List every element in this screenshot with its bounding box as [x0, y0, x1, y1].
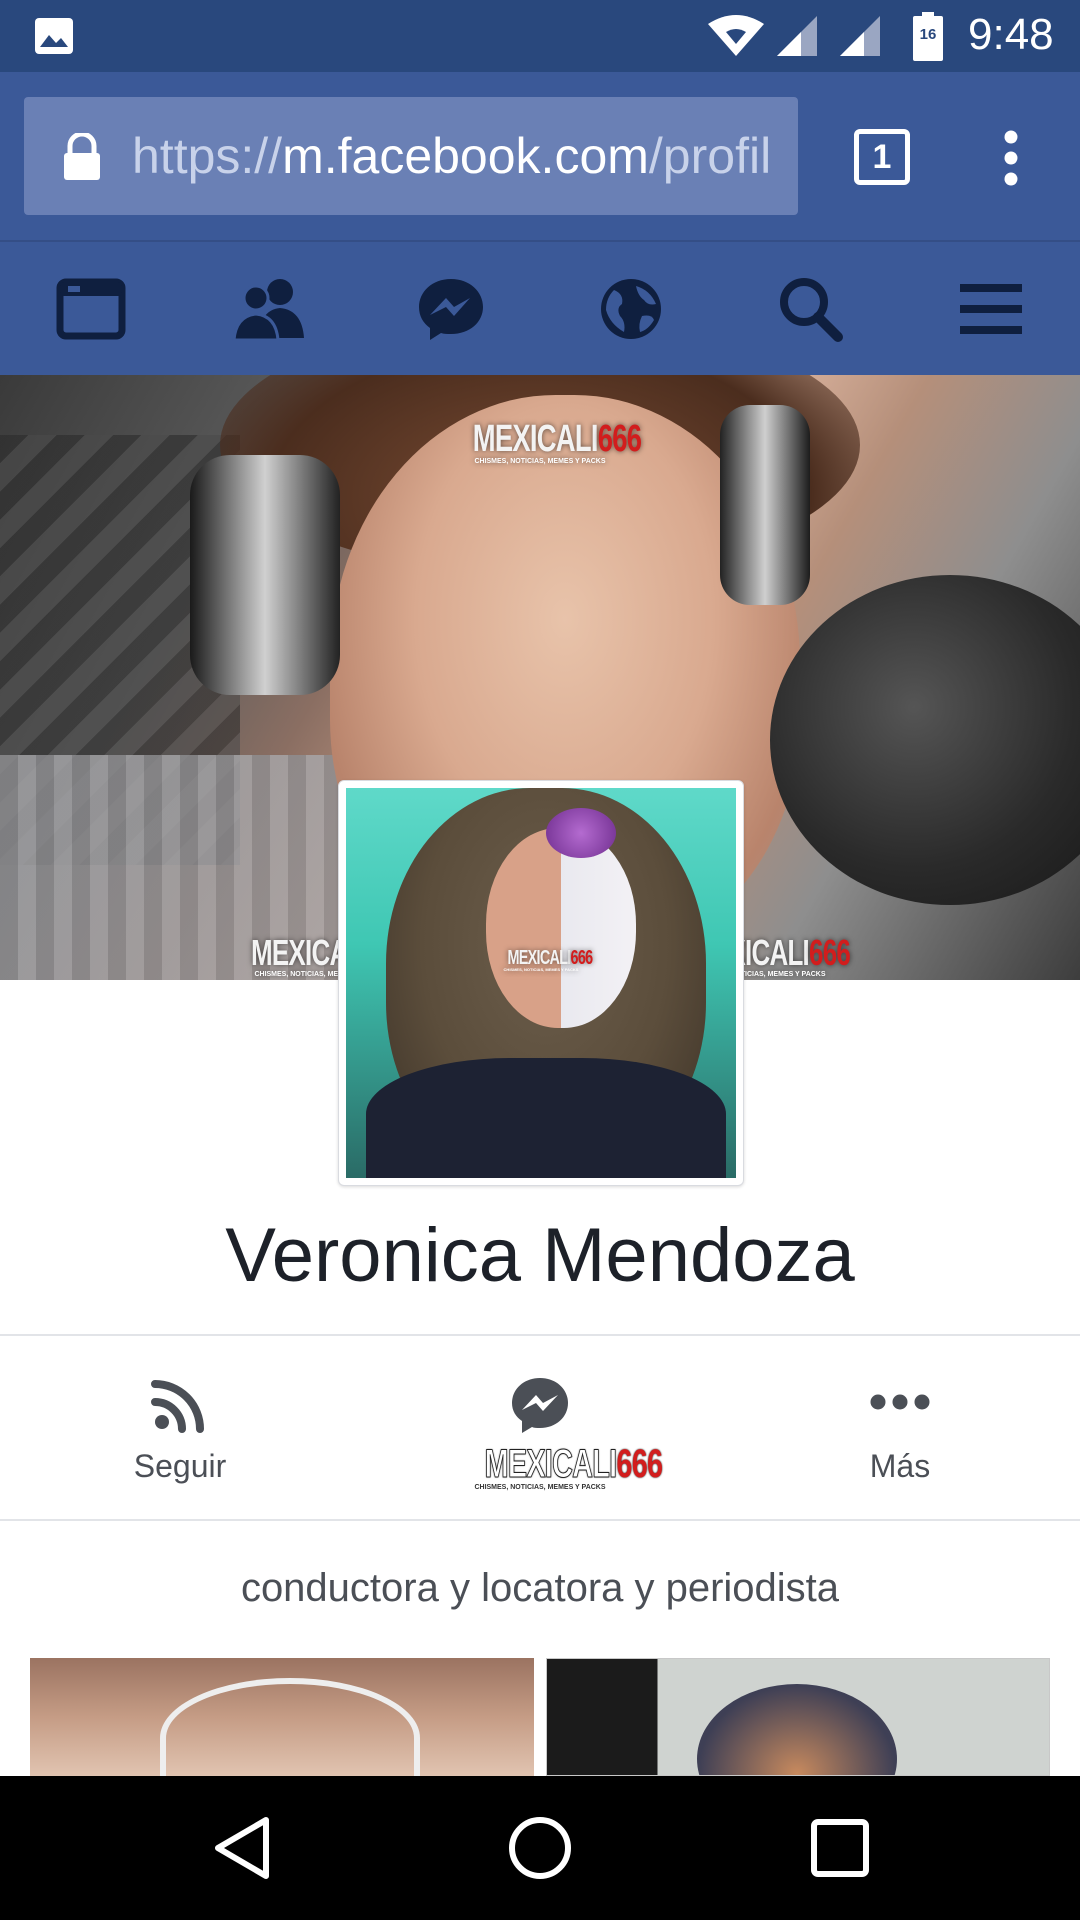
signal-icon [777, 16, 817, 56]
watermark-logo: MEXICALI666 CHISMES, NOTICIAS, MEMES Y P… [474, 1442, 663, 1492]
profile-bio: conductora y locatora y periodista [240, 1566, 840, 1610]
more-button[interactable]: Más [720, 1336, 1080, 1520]
status-bar: 16 9:48 [0, 0, 1080, 72]
friends-icon[interactable] [232, 276, 306, 342]
overflow-menu-icon[interactable] [996, 130, 1026, 186]
featured-photo[interactable] [30, 1658, 534, 1776]
url-text: https://m.facebook.com/profil [132, 127, 771, 185]
battery-level: 16 [919, 26, 937, 43]
more-label: Más [869, 1448, 931, 1484]
profile-name: Veronica Mendoza [225, 1213, 855, 1298]
profile-actions: Seguir MEXICALI666 CHISMES, NOTICIAS, ME… [0, 1336, 1080, 1520]
lock-icon [64, 133, 100, 180]
browser-toolbar: https://m.facebook.com/profil 1 [0, 72, 1080, 240]
clock: 9:48 [968, 10, 1054, 59]
profile-picture-image: MEXICALI666 CHISMES, NOTICIAS, MEMES Y P… [346, 788, 736, 1178]
url-host: m.facebook.com [282, 128, 649, 184]
tab-switcher-button[interactable]: 1 [854, 129, 910, 185]
messenger-icon[interactable] [416, 276, 486, 342]
profile-face-makeup [486, 828, 636, 1028]
search-icon[interactable] [776, 276, 846, 342]
message-button[interactable]: MEXICALI666 CHISMES, NOTICIAS, MEMES Y P… [360, 1336, 720, 1520]
news-feed-icon[interactable] [56, 276, 126, 342]
watermark-logo: MEXICALI666 CHISMES, NOTICIAS, MEMES Y P… [472, 418, 642, 465]
notifications-globe-icon[interactable] [596, 276, 666, 342]
cover-microphone [770, 575, 1080, 905]
profile-rose [546, 808, 616, 858]
facebook-nav-bar [0, 240, 1080, 375]
photo-headband [160, 1678, 420, 1776]
wifi-icon [708, 15, 764, 56]
cover-headphone-left [190, 455, 340, 695]
home-icon[interactable] [504, 1812, 576, 1884]
profile-shirt [366, 1058, 726, 1178]
featured-photo[interactable] [546, 1658, 1050, 1776]
follow-button[interactable]: Seguir [0, 1336, 360, 1520]
watermark-logo: MEXICALI666 CHISMES, NOTICIAS, MEMES Y P… [503, 947, 594, 972]
photo-head [697, 1684, 897, 1775]
divider [0, 1519, 1080, 1521]
cover-headphone-right [720, 405, 810, 605]
back-icon[interactable] [206, 1812, 278, 1884]
url-path: /profil [648, 128, 772, 184]
profile-picture[interactable]: MEXICALI666 CHISMES, NOTICIAS, MEMES Y P… [338, 780, 744, 1186]
follow-rss-icon [151, 1380, 204, 1433]
signal-icon [840, 16, 880, 56]
url-field[interactable]: https://m.facebook.com/profil [24, 97, 798, 215]
follow-label: Seguir [133, 1448, 227, 1484]
messenger-icon [512, 1378, 568, 1433]
gallery-icon [35, 18, 73, 54]
url-scheme: https:// [132, 128, 283, 184]
system-navigation-bar [0, 1776, 1080, 1920]
battery-icon: 16 [912, 12, 944, 62]
recents-icon[interactable] [804, 1812, 876, 1884]
menu-icon[interactable] [956, 276, 1026, 342]
more-dots-icon [870, 1394, 930, 1410]
